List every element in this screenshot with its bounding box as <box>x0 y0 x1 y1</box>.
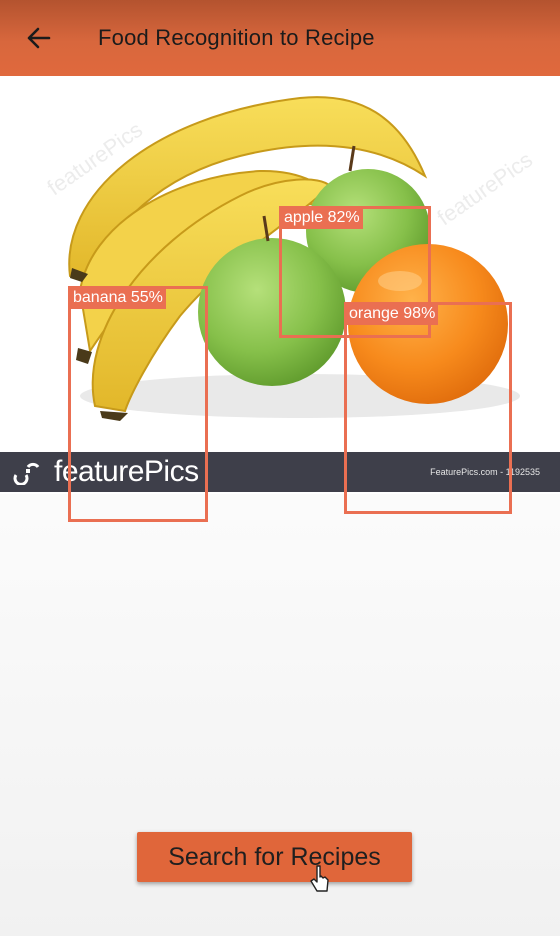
detection-box-banana: banana 55% <box>68 286 208 522</box>
arrow-left-icon <box>27 27 51 49</box>
detection-box-orange: orange 98% <box>344 302 512 514</box>
page-title: Food Recognition to Recipe <box>98 25 375 50</box>
app-bar: Food Recognition to Recipe <box>0 0 560 76</box>
back-button[interactable] <box>10 0 66 76</box>
detection-label: orange 98% <box>346 304 439 325</box>
featurepics-logo-icon <box>13 462 40 485</box>
search-recipes-button[interactable]: Search for Recipes <box>137 832 412 882</box>
detection-label: apple 82% <box>281 208 363 229</box>
mouse-cursor-icon <box>310 865 329 892</box>
detection-label: banana 55% <box>70 288 166 309</box>
